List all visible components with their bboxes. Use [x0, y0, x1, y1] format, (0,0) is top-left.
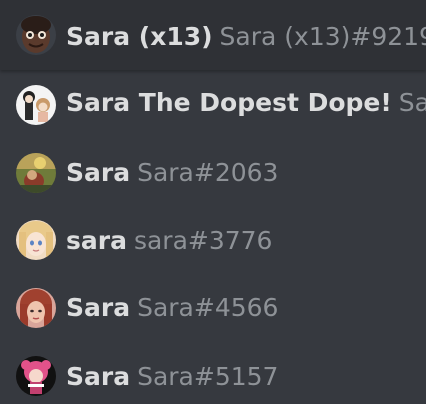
- user-result-text: Sara (x13) Sara (x13)#9219: [66, 22, 426, 52]
- redhead-portrait-avatar: [16, 288, 56, 328]
- user-tag: sara#3776: [133, 226, 273, 255]
- user-result-text: Sara Sara#2063: [66, 158, 278, 188]
- pink-hair-avatar: [16, 356, 56, 396]
- username: Sara: [66, 293, 131, 322]
- user-result-text: Sara Sara#4566: [66, 293, 278, 323]
- user-result-row[interactable]: sara sara#3776: [0, 207, 426, 273]
- username: Sara: [66, 362, 131, 391]
- user-result-text: sara sara#3776: [66, 226, 272, 256]
- user-tag: Sara#5157: [137, 362, 279, 391]
- user-tag: Sar: [398, 88, 426, 117]
- user-tag: Sara#2063: [137, 158, 279, 187]
- painting-avatar: [16, 153, 56, 193]
- user-tag: Sara#4566: [137, 293, 279, 322]
- user-result-row[interactable]: Sara (x13) Sara (x13)#9219: [0, 0, 426, 70]
- user-result-text: Sara Sara#5157: [66, 362, 278, 392]
- username: Sara: [66, 158, 131, 187]
- user-result-row[interactable]: Sara Sara#5157: [0, 340, 426, 404]
- user-result-row[interactable]: Sara Sara#2063: [0, 141, 426, 207]
- user-result-row[interactable]: Sara The Dopest Dope!Sar: [0, 70, 426, 136]
- blonde-anime-avatar: [16, 220, 56, 260]
- user-search-results: Sara (x13) Sara (x13)#9219 Sara The Dopes…: [0, 0, 426, 404]
- username: Sara (x13): [66, 22, 213, 51]
- anime-characters-avatar: [16, 85, 56, 125]
- username: Sara The Dopest Dope!: [66, 88, 392, 117]
- user-result-text: Sara The Dopest Dope!Sar: [66, 88, 426, 118]
- username: sara: [66, 226, 127, 255]
- user-result-row[interactable]: Sara Sara#4566: [0, 274, 426, 340]
- user-tag: Sara (x13)#9219: [219, 22, 426, 51]
- dark-face-avatar: [16, 15, 56, 55]
